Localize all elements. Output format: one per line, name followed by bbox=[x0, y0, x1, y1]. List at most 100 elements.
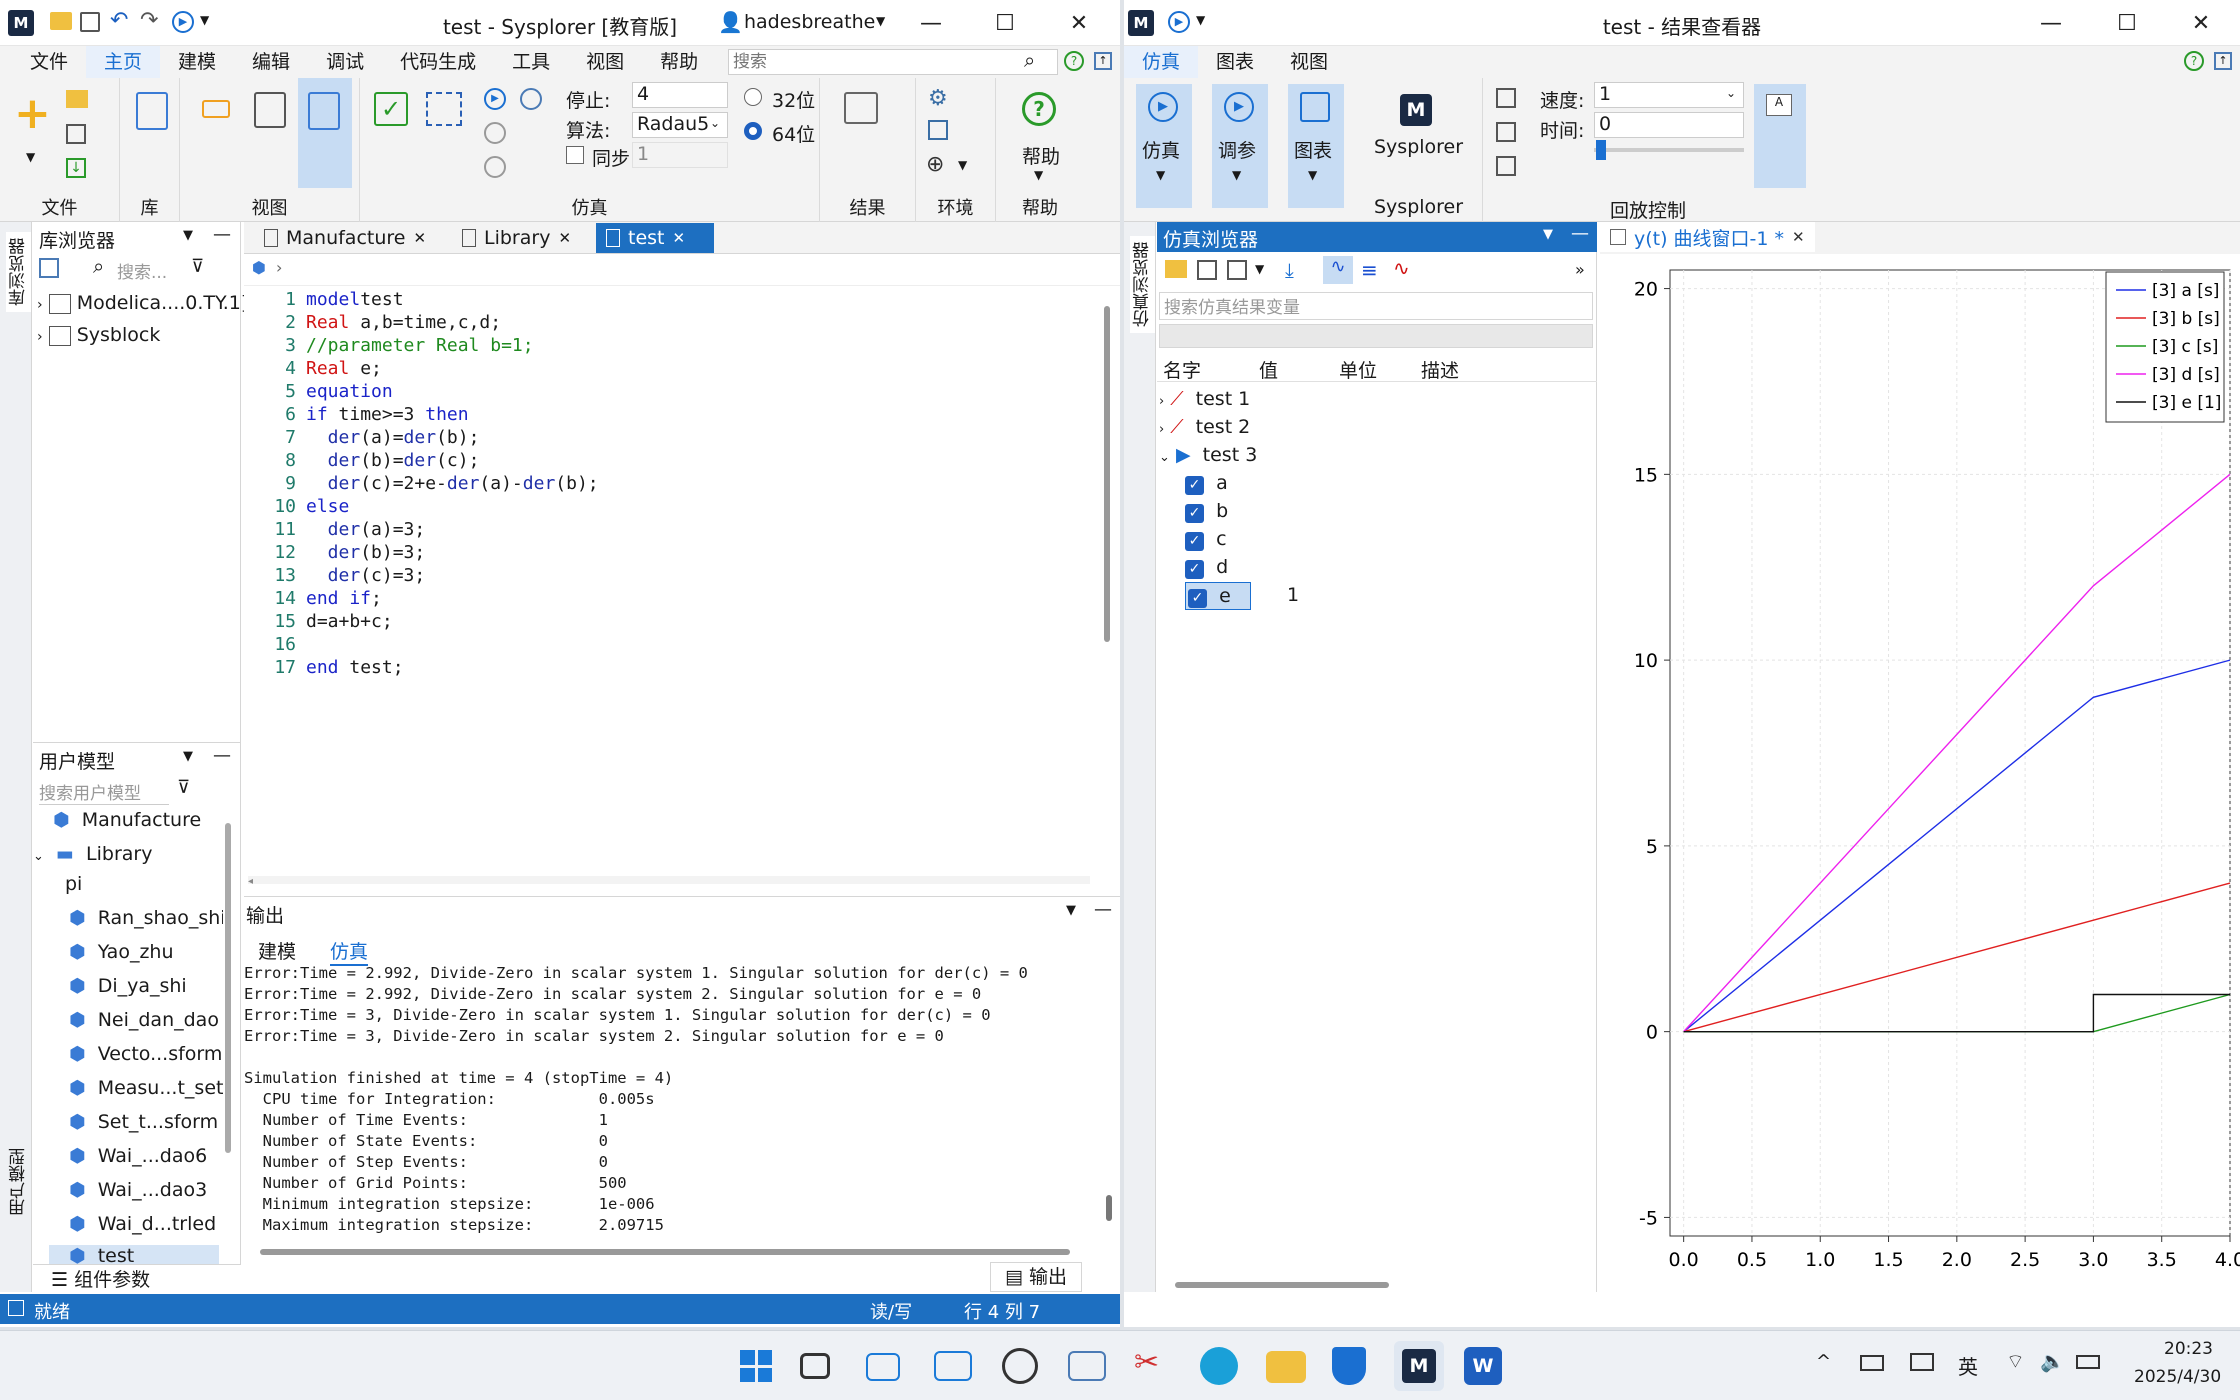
tree-item[interactable]: ⬢ Measu...t_set bbox=[69, 1077, 223, 1099]
filter-icon[interactable]: ⊽ bbox=[191, 256, 204, 277]
lib-item-sysblock[interactable]: › Sysblock bbox=[37, 324, 160, 346]
file-explorer-icon[interactable] bbox=[1266, 1351, 1306, 1383]
playback-icon-2[interactable] bbox=[1496, 122, 1516, 142]
code-line[interactable]: d=a+b+c; bbox=[306, 610, 599, 633]
volume-icon[interactable]: 🔈 bbox=[2040, 1349, 2065, 1373]
word-app-icon[interactable]: W bbox=[1464, 1347, 1502, 1385]
check-icon[interactable]: ✓ bbox=[374, 92, 408, 126]
sim-settings-icon[interactable] bbox=[520, 88, 542, 110]
editor-hscrollbar[interactable]: ◂ bbox=[248, 876, 1090, 887]
menu-tools[interactable]: 工具 bbox=[494, 46, 568, 78]
code-line[interactable]: der(c)=3; bbox=[306, 564, 599, 587]
display-icon[interactable] bbox=[1910, 1353, 1934, 1371]
expand-icon[interactable]: › bbox=[1159, 422, 1164, 437]
simulate-button[interactable]: ▶ 仿真 ▼ bbox=[1136, 84, 1192, 208]
panel-close-icon[interactable]: — bbox=[1094, 899, 1112, 920]
tray-chevron-icon[interactable]: ^ bbox=[1816, 1351, 1831, 1372]
component-params-tab[interactable]: ☰ 组件参数 bbox=[33, 1264, 241, 1292]
tab-test[interactable]: test ✕ bbox=[596, 223, 714, 253]
output-toggle-button[interactable]: ▤ 输出 bbox=[990, 1262, 1082, 1292]
code-line[interactable]: equation bbox=[306, 380, 599, 403]
panel-menu-icon[interactable]: ▼ bbox=[183, 749, 193, 764]
tree-item[interactable]: ⬢ Di_ya_shi bbox=[69, 975, 187, 997]
menu-codegen[interactable]: 代码生成 bbox=[382, 46, 494, 78]
collapse-ribbon-icon[interactable]: ↑ bbox=[1094, 52, 1112, 70]
help-button-label[interactable]: 帮助 bbox=[1022, 142, 1060, 169]
output-hscrollbar[interactable] bbox=[260, 1249, 1070, 1255]
variable-checkbox[interactable]: ✓ bbox=[1185, 532, 1204, 551]
code-line[interactable]: Real a,b=time,c,d; bbox=[306, 311, 599, 334]
time-slider-thumb[interactable] bbox=[1596, 140, 1606, 160]
close-icon[interactable]: ✕ bbox=[1792, 228, 1805, 246]
widgets-icon[interactable] bbox=[866, 1353, 900, 1381]
output-vscrollbar[interactable] bbox=[1106, 1195, 1112, 1221]
dropdown-icon[interactable]: ▼ bbox=[1255, 262, 1264, 276]
collapse-icon[interactable]: ⌄ bbox=[33, 849, 44, 864]
quick-access-dropdown-icon[interactable]: ▼ bbox=[200, 13, 209, 27]
library-icon[interactable] bbox=[136, 92, 168, 130]
test-node[interactable]: ⌄ ▶ test 3 bbox=[1159, 444, 1257, 466]
radio-64bit[interactable] bbox=[744, 122, 762, 140]
variable-row[interactable]: ✓ c bbox=[1185, 528, 1227, 551]
stop-icon[interactable] bbox=[484, 156, 506, 178]
env-options-icon[interactable] bbox=[928, 120, 948, 140]
chevron-right-icon[interactable]: › bbox=[276, 258, 282, 277]
tree-item[interactable]: ⬢ Nei_dan_dao bbox=[69, 1009, 219, 1031]
help-icon[interactable]: ? bbox=[2184, 51, 2204, 71]
open-icon[interactable] bbox=[66, 90, 88, 108]
sync-value[interactable]: 1 bbox=[632, 142, 728, 168]
sysplorer-taskbar-icon[interactable]: M bbox=[1394, 1341, 1444, 1391]
menu-debug[interactable]: 调试 bbox=[308, 46, 382, 78]
save-icon[interactable] bbox=[80, 12, 100, 32]
import-result-icon[interactable]: ⤓ bbox=[1285, 258, 1294, 282]
tree-item[interactable]: ⬢ Yao_zhu bbox=[69, 941, 174, 963]
help-icon[interactable]: ? bbox=[1064, 51, 1084, 71]
undo-icon[interactable]: ↶ bbox=[110, 8, 128, 33]
user-dropdown-icon[interactable]: ▼ bbox=[876, 14, 885, 28]
diagram-view-icon[interactable] bbox=[254, 92, 286, 128]
curve-mode-icon[interactable]: ∿ bbox=[1323, 256, 1353, 284]
app-icon-dashboard[interactable] bbox=[934, 1351, 972, 1381]
run-quick-icon[interactable]: ▶ bbox=[1168, 11, 1190, 33]
code-line[interactable]: der(b)=der(c); bbox=[306, 449, 599, 472]
env-gear-icon[interactable]: ⚙ bbox=[928, 86, 948, 111]
menu-edit[interactable]: 编辑 bbox=[234, 46, 308, 78]
radio-32bit[interactable] bbox=[744, 88, 762, 106]
variable-row[interactable]: ✓ b bbox=[1185, 500, 1228, 523]
variable-row[interactable]: ✓ d bbox=[1185, 556, 1228, 579]
output-log[interactable]: Error:Time = 2.992, Divide-Zero in scala… bbox=[244, 963, 1104, 1236]
code-line[interactable]: end if; bbox=[306, 587, 599, 610]
variable-row[interactable]: ✓ a bbox=[1185, 472, 1228, 495]
open-result-icon[interactable] bbox=[1165, 260, 1187, 278]
save-result-icon[interactable] bbox=[1197, 260, 1217, 280]
diff-mode-icon[interactable]: ∿ bbox=[1393, 256, 1410, 280]
tree-scrollbar[interactable] bbox=[225, 823, 231, 1153]
panel-close-icon[interactable]: — bbox=[213, 745, 231, 766]
editor-vscrollbar[interactable] bbox=[1104, 306, 1110, 642]
clock-app-icon[interactable] bbox=[1002, 1348, 1038, 1384]
user-name[interactable]: hadesbreathe bbox=[744, 11, 875, 33]
menu-help[interactable]: 帮助 bbox=[642, 46, 716, 78]
expand-icon[interactable]: › bbox=[37, 297, 43, 313]
variable-checkbox[interactable]: ✓ bbox=[1185, 504, 1204, 523]
translate-icon[interactable] bbox=[426, 92, 462, 126]
run-quick-icon[interactable]: ▶ bbox=[172, 11, 194, 33]
menu-chart[interactable]: 图表 bbox=[1198, 46, 1272, 78]
time-input[interactable]: 0 bbox=[1594, 112, 1744, 138]
security-app-icon[interactable] bbox=[1332, 1347, 1366, 1385]
keyboard-icon[interactable] bbox=[1860, 1355, 1884, 1371]
collapse-ribbon-icon[interactable]: ↑ bbox=[2214, 52, 2232, 70]
code-line[interactable] bbox=[306, 633, 599, 656]
output-tab-simulation[interactable]: 仿真 bbox=[330, 937, 369, 966]
code-line[interactable]: //parameter Real b=1; bbox=[306, 334, 599, 357]
variable-checkbox[interactable]: ✓ bbox=[1185, 476, 1204, 495]
code-editor[interactable]: 1 2 3 4 5 6 7 8 9 10 11 12 13 14 15 16 17 modeltest Real … bbox=[244, 288, 1104, 874]
new-model-icon[interactable]: + bbox=[14, 92, 51, 136]
new-dropdown-icon[interactable]: ▼ bbox=[26, 150, 35, 164]
chart-app-icon[interactable] bbox=[1068, 1351, 1106, 1381]
edge-browser-icon[interactable] bbox=[1200, 1347, 1238, 1385]
side-tab-library-browser[interactable]: 库浏览器 bbox=[6, 232, 31, 312]
menu-modeling[interactable]: 建模 bbox=[160, 46, 234, 78]
filter-icon[interactable]: ⊽ bbox=[177, 777, 190, 798]
sim-browser-hscrollbar[interactable] bbox=[1175, 1282, 1389, 1288]
